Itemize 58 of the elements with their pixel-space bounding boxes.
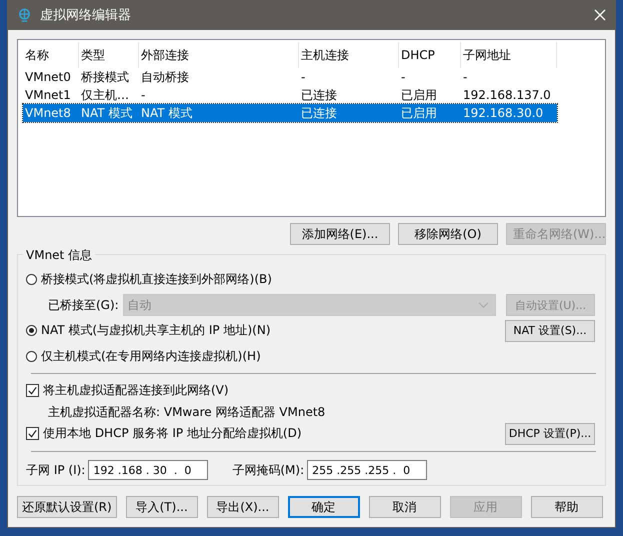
close-icon[interactable]: [593, 8, 607, 22]
table-cell-text: VMnet0: [24, 70, 72, 84]
radio-button[interactable]: [26, 325, 37, 336]
table-cell-text: 已连接: [300, 86, 338, 104]
field-label: 已桥接至(G):: [48, 296, 119, 314]
radio-button[interactable]: [26, 274, 37, 286]
radio-label[interactable]: NAT 模式(与虚拟机共享主机的 IP 地址)(N): [41, 322, 271, 340]
nat-settings-button[interactable]: NAT 设置(S)...: [505, 320, 595, 342]
table-row[interactable]: VMnet8 NAT 模式 NAT 模式 已连接 已启用 192.168.30.0: [23, 104, 557, 122]
column-header[interactable]: 子网地址: [461, 42, 557, 68]
table-cell-text: NAT 模式: [140, 104, 194, 122]
radio-button[interactable]: [26, 350, 37, 362]
table-cell-text: -: [400, 70, 406, 84]
table-cell-text: VMnet8: [24, 106, 72, 120]
column-header[interactable]: 类型: [79, 42, 139, 68]
table-cell-text: NAT 模式: [80, 104, 134, 122]
group-title: VMnet 信息: [23, 247, 96, 264]
table-cell-text: 仅主机…: [80, 86, 130, 104]
dialog-button[interactable]: 确定: [288, 496, 360, 518]
checkbox-label[interactable]: 使用本地 DHCP 服务将 IP 地址分配给虚拟机(D): [43, 425, 302, 442]
dialog-button[interactable]: 取消: [368, 496, 441, 518]
checkbox[interactable]: [26, 427, 39, 440]
ip-input-field[interactable]: 192 .168 . 30 . 0: [88, 460, 208, 480]
table-cell-text: 192.168.30.0: [462, 106, 544, 120]
dialog-button[interactable]: 帮助: [530, 496, 603, 518]
dialog-button[interactable]: 导入(T)...: [126, 496, 198, 518]
column-header[interactable]: 主机连接: [299, 42, 399, 68]
globe-icon: [17, 8, 32, 22]
column-header[interactable]: 名称: [23, 42, 79, 68]
table-cell-text: -: [300, 70, 306, 84]
window-title: 虚拟网络编辑器: [40, 7, 131, 24]
network-button[interactable]: 移除网络(O): [398, 223, 498, 245]
field-label: 子网掩码(M):: [232, 462, 304, 479]
dialog-button[interactable]: 还原默认设置(R): [17, 496, 117, 518]
table-cell-text: 已启用: [400, 86, 438, 104]
radio-label[interactable]: 仅主机模式(在专用网络内连接虚拟机)(H): [41, 348, 261, 365]
table-cell-text: 桥接模式: [80, 68, 130, 86]
column-header[interactable]: 外部连接: [139, 42, 299, 68]
table-cell-text: 已启用: [400, 104, 438, 122]
table-row[interactable]: VMnet0 桥接模式 自动桥接 - - -: [23, 68, 600, 86]
checkbox[interactable]: [26, 384, 39, 398]
table-cell-text: 自动桥接: [140, 68, 190, 86]
field-label: 子网 IP (I):: [26, 462, 86, 479]
table-cell-text: -: [140, 88, 146, 102]
dhcp-settings-button[interactable]: DHCP 设置(P)...: [505, 422, 595, 445]
adapter-name-text: 主机虚拟适配器名称: VMware 网络适配器 VMnet8: [48, 404, 326, 421]
table-cell-text: -: [462, 70, 468, 84]
table-row[interactable]: VMnet1 仅主机… - 已连接 已启用 192.168.137.0: [23, 86, 600, 104]
dialog-button[interactable]: 导出(X)...: [206, 496, 279, 518]
network-button[interactable]: 添加网络(E)...: [290, 223, 390, 245]
chevron-icon: [478, 302, 490, 309]
table-cell-text: 已连接: [300, 104, 338, 122]
mask-input-field[interactable]: 255 .255 .255 . 0: [307, 460, 428, 480]
column-header[interactable]: DHCP: [399, 42, 461, 68]
table-cell-text: 192.168.137.0: [462, 88, 552, 102]
table-cell-text: VMnet1: [24, 88, 72, 102]
checkbox-label[interactable]: 将主机虚拟适配器连接到此网络(V): [43, 382, 229, 400]
radio-label[interactable]: 桥接模式(将虚拟机直接连接到外部网络)(B): [41, 271, 272, 288]
